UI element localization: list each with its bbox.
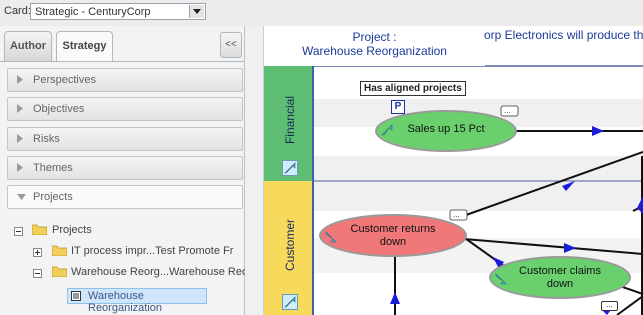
aligned-project-badge[interactable]: P [391, 100, 405, 114]
collapse-panel-button[interactable]: << [220, 32, 242, 58]
link-arrow-icon[interactable] [282, 160, 298, 176]
tree-label: Warehouse Reorg...Warehouse Reorg [71, 266, 258, 278]
node-label: Sales up 15 Pct [407, 123, 485, 135]
node-label: down [379, 236, 407, 248]
node-customer-returns[interactable]: Customer returns down [319, 214, 467, 257]
node-label: Customer claims [519, 265, 601, 277]
accordion-risks[interactable]: Risks [7, 127, 243, 151]
document-icon [71, 291, 81, 301]
lane-financial: Financial [264, 66, 314, 181]
link-arrow-icon[interactable] [282, 294, 298, 310]
svg-text:...: ... [453, 210, 460, 219]
node-label: down [546, 278, 574, 290]
accordion-themes[interactable]: Themes [7, 156, 243, 180]
collapse-arrow-icon [17, 194, 26, 200]
tab-strategy[interactable]: Strategy [56, 31, 113, 62]
tree-item-selected[interactable]: Warehouse Reorganization [67, 288, 207, 314]
card-label: Card: [4, 5, 31, 17]
accordion-label: Themes [33, 162, 73, 174]
accordion-label: Perspectives [33, 74, 96, 86]
comment-icon[interactable]: ... [601, 301, 618, 311]
tree-label: Warehouse Reorganization [88, 290, 162, 314]
tree-label: IT process impr...Test Promote Fr [71, 245, 234, 257]
card-select[interactable]: Strategic - CenturyCorp [30, 3, 206, 20]
expand-arrow-icon [17, 134, 23, 143]
expand-arrow-icon [17, 163, 23, 172]
lane-label: Financial [283, 96, 297, 145]
collapse-toggle-icon[interactable] [14, 227, 23, 236]
folder-icon [52, 245, 67, 256]
node-customer-claims[interactable]: Customer claims down [489, 256, 631, 299]
expand-toggle-icon[interactable] [33, 248, 42, 257]
map-scroll-gutter[interactable] [245, 26, 264, 315]
expand-arrow-icon [17, 75, 23, 84]
node-sales-up[interactable]: Sales up 15 Pct [375, 110, 517, 152]
lane-customer: Customer [264, 181, 314, 315]
map-title-line1: Project : [352, 30, 397, 44]
link-arrow-icon[interactable] [325, 231, 337, 243]
accordion-objectives[interactable]: Objectives [7, 97, 243, 121]
card-select-value: Strategic - CenturyCorp [35, 6, 151, 18]
aligned-projects-label: Has aligned projects [360, 81, 466, 96]
lane-label: Customer [283, 219, 297, 272]
folder-icon [32, 224, 47, 235]
collapse-toggle-icon[interactable] [33, 269, 42, 278]
svg-text:...: ... [504, 106, 511, 115]
accordion-label: Projects [33, 191, 73, 203]
accordion-perspectives[interactable]: Perspectives [7, 68, 243, 92]
expand-arrow-icon [17, 104, 23, 113]
accordion-label: Objectives [33, 103, 85, 115]
folder-icon [52, 266, 67, 277]
node-label: Customer returns [350, 223, 436, 235]
tab-divider [0, 61, 244, 62]
link-arrow-icon[interactable] [495, 273, 507, 285]
tree-label: Projects [52, 224, 92, 236]
strategy-map-canvas[interactable]: ... ... Financial Customer Has aligned p… [264, 26, 643, 315]
map-title: Project : Warehouse Reorganization [264, 26, 485, 66]
map-title-line2: Warehouse Reorganization [302, 44, 447, 58]
link-arrow-icon[interactable] [381, 124, 393, 136]
accordion-projects[interactable]: Projects [7, 185, 243, 209]
accordion-label: Risks [33, 133, 60, 145]
tab-author[interactable]: Author [4, 31, 52, 61]
chevron-down-icon[interactable] [189, 5, 204, 18]
vision-marquee: orp Electronics will produce th [484, 28, 643, 42]
